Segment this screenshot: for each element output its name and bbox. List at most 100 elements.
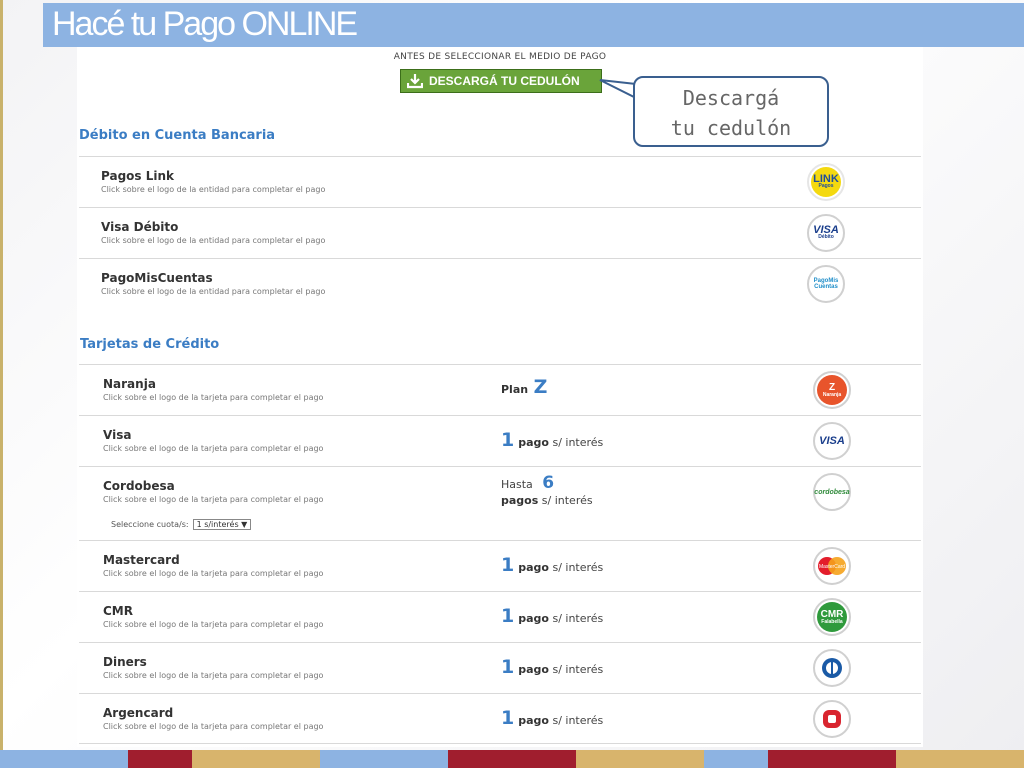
payment-name: Mastercard bbox=[103, 553, 180, 567]
payment-hint: Click sobre el logo de la tarjeta para c… bbox=[103, 444, 324, 453]
argencard-icon bbox=[823, 710, 841, 728]
slide-title: Hacé tu Pago ONLINE bbox=[52, 5, 358, 43]
payment-row-cmr: CMR Click sobre el logo de la tarjeta pa… bbox=[79, 591, 921, 642]
installments-select[interactable]: 1 s/interés ▼ bbox=[192, 519, 252, 530]
installments-select-row: Seleccione cuota/s: 1 s/interés ▼ bbox=[111, 519, 252, 530]
payment-name: Pagos Link bbox=[101, 169, 175, 183]
download-cedulon-button[interactable]: DESCARGÁ TU CEDULÓN bbox=[400, 69, 602, 93]
cordobesa-logo-text: cordobesa bbox=[814, 488, 850, 496]
promo-number: 1 bbox=[501, 656, 515, 678]
cmr-logo-subtext: Falabella bbox=[821, 618, 843, 625]
callout-line-2: tu cedulón bbox=[670, 116, 792, 140]
section-title-debit: Débito en Cuenta Bancaria bbox=[79, 128, 276, 143]
payment-name: CMR bbox=[103, 604, 133, 618]
pagos-link-logo[interactable]: LINK Pagos bbox=[807, 163, 845, 201]
promo-text: 1 pago s/ interés bbox=[501, 656, 603, 678]
link-icon: LINK Pagos bbox=[811, 167, 841, 197]
pre-download-label: ANTES DE SELECCIONAR EL MEDIO DE PAGO bbox=[393, 52, 607, 62]
promo-number: 1 bbox=[501, 429, 515, 451]
title-bar: Hacé tu Pago ONLINE bbox=[43, 3, 1024, 47]
visa-icon: VISA Débito bbox=[811, 218, 841, 248]
callout-line-1: Descargá bbox=[682, 86, 780, 110]
promo-text: Hasta 6 pagos s/ interés bbox=[501, 475, 593, 509]
promo-number: 1 bbox=[501, 707, 515, 729]
payment-row-pagomiscuentas: PagoMisCuentas Click sobre el logo de la… bbox=[79, 258, 921, 309]
cmr-icon: CMR Falabella bbox=[817, 602, 847, 632]
visa-debito-logo-subtext: Débito bbox=[818, 234, 834, 240]
promo-bold: pago bbox=[518, 561, 549, 574]
callout-tail bbox=[599, 79, 637, 100]
promo-bold: pago bbox=[518, 612, 549, 625]
payment-row-visa-debito: Visa Débito Click sobre el logo de la en… bbox=[79, 207, 921, 258]
pagomiscuentas-logo-text: PagoMis Cuentas bbox=[813, 278, 839, 290]
payment-hint: Click sobre el logo de la entidad para c… bbox=[101, 185, 326, 194]
download-callout: Descargá tu cedulón bbox=[633, 76, 829, 147]
promo-text: 1 pago s/ interés bbox=[501, 605, 603, 627]
payment-panel: ANTES DE SELECCIONAR EL MEDIO DE PAGO DE… bbox=[77, 47, 923, 747]
naranja-logo-subtext: Naranja bbox=[822, 391, 842, 398]
promo-bold: pago bbox=[518, 714, 549, 727]
promo-bold: pago bbox=[518, 663, 549, 676]
payment-hint: Click sobre el logo de la entidad para c… bbox=[101, 236, 326, 245]
link-logo-subtext: Pagos bbox=[818, 183, 834, 189]
payment-name: Visa bbox=[103, 428, 132, 442]
mastercard-icon: MasterCard bbox=[818, 557, 846, 575]
payment-hint: Click sobre el logo de la tarjeta para c… bbox=[103, 393, 324, 402]
payment-name: Visa Débito bbox=[101, 220, 179, 234]
payment-hint: Click sobre el logo de la tarjeta para c… bbox=[103, 671, 324, 680]
payment-name: Argencard bbox=[103, 706, 174, 720]
promo-rest: s/ interés bbox=[552, 612, 604, 625]
pagomiscuentas-icon: PagoMis Cuentas bbox=[811, 269, 841, 299]
naranja-logo-text: Z bbox=[828, 381, 836, 393]
promo-text: 1 pago s/ interés bbox=[501, 554, 603, 576]
visa-logo-text: VISA bbox=[819, 434, 845, 447]
promo-number: 1 bbox=[501, 605, 515, 627]
promo-rest: s/ interés bbox=[541, 494, 593, 507]
promo-number: Z bbox=[533, 376, 548, 398]
payment-hint: Click sobre el logo de la tarjeta para c… bbox=[103, 722, 324, 731]
payment-name: PagoMisCuentas bbox=[101, 271, 213, 285]
promo-bold: pagos bbox=[501, 494, 539, 507]
download-button-label: DESCARGÁ TU CEDULÓN bbox=[429, 74, 580, 88]
payment-row-diners: Diners Click sobre el logo de la tarjeta… bbox=[79, 642, 921, 693]
diners-icon bbox=[822, 658, 842, 678]
promo-number: 1 bbox=[501, 554, 515, 576]
payment-row-visa: Visa Click sobre el logo de la tarjeta p… bbox=[79, 415, 921, 466]
download-icon bbox=[407, 74, 423, 89]
cmr-logo[interactable]: CMR Falabella bbox=[813, 598, 851, 636]
payment-row-pagos-link: Pagos Link Click sobre el logo de la ent… bbox=[79, 156, 921, 207]
naranja-icon: Z Naranja bbox=[817, 375, 847, 405]
payment-name: Cordobesa bbox=[103, 479, 175, 493]
promo-bold: pago bbox=[518, 436, 549, 449]
promo-number: 6 bbox=[542, 473, 555, 493]
promo-prefix: Hasta bbox=[501, 478, 533, 491]
payment-row-argencard: Argencard Click sobre el logo de la tarj… bbox=[79, 693, 921, 744]
payment-hint: Click sobre el logo de la tarjeta para c… bbox=[103, 569, 324, 578]
promo-prefix: Plan bbox=[501, 383, 529, 396]
promo-text: 1 pago s/ interés bbox=[501, 429, 603, 451]
payment-row-naranja: Naranja Click sobre el logo de la tarjet… bbox=[79, 364, 921, 415]
promo-text: 1 pago s/ interés bbox=[501, 707, 603, 729]
naranja-logo[interactable]: Z Naranja bbox=[813, 371, 851, 409]
installments-label: Seleccione cuota/s: bbox=[111, 520, 189, 529]
payment-name: Diners bbox=[103, 655, 147, 669]
argencard-logo[interactable] bbox=[813, 700, 851, 738]
promo-rest: s/ interés bbox=[552, 714, 604, 727]
visa-logo[interactable]: VISA bbox=[813, 422, 851, 460]
promo-rest: s/ interés bbox=[552, 561, 604, 574]
promo-rest: s/ interés bbox=[552, 663, 604, 676]
visa-debito-logo[interactable]: VISA Débito bbox=[807, 214, 845, 252]
promo-rest: s/ interés bbox=[552, 436, 604, 449]
cordobesa-icon: cordobesa bbox=[814, 477, 850, 507]
visa-icon: VISA bbox=[817, 426, 847, 456]
decorative-bottom-stripes bbox=[0, 750, 1024, 768]
payment-hint: Click sobre el logo de la entidad para c… bbox=[101, 287, 326, 296]
promo-text: Plan Z bbox=[501, 376, 551, 398]
diners-logo[interactable] bbox=[813, 649, 851, 687]
mastercard-logo[interactable]: MasterCard bbox=[813, 547, 851, 585]
pagomiscuentas-logo[interactable]: PagoMis Cuentas bbox=[807, 265, 845, 303]
payment-name: Naranja bbox=[103, 377, 156, 391]
cordobesa-logo[interactable]: cordobesa bbox=[813, 473, 851, 511]
mastercard-logo-text: MasterCard bbox=[819, 564, 845, 570]
slide-left-border bbox=[0, 0, 3, 768]
